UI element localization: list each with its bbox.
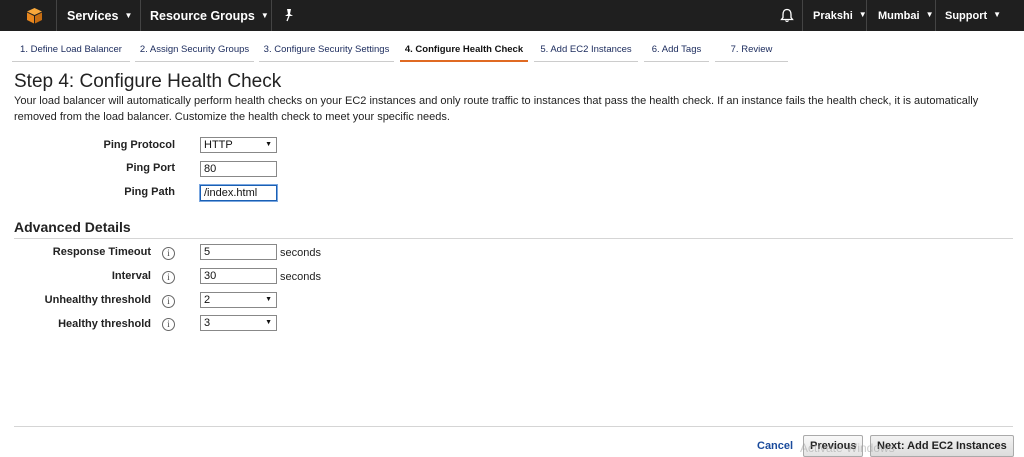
ping-protocol-select[interactable]: HTTP ▼ xyxy=(200,137,277,153)
advanced-details-heading: Advanced Details xyxy=(14,219,131,235)
pin-icon[interactable] xyxy=(283,8,295,22)
interval-label: Interval xyxy=(111,270,151,282)
ping-port-label: Ping Port xyxy=(126,162,175,174)
nav-divider xyxy=(271,0,272,31)
nav-divider xyxy=(56,0,57,31)
chevron-down-icon: ▼ xyxy=(265,141,272,148)
aws-logo-icon[interactable] xyxy=(26,7,43,24)
tab-review[interactable]: 7. Review xyxy=(715,41,788,62)
bell-icon[interactable] xyxy=(780,8,794,23)
support-label: Support xyxy=(945,10,988,22)
info-icon[interactable]: i xyxy=(162,271,175,284)
tab-define-load-balancer[interactable]: 1. Define Load Balancer xyxy=(12,41,130,62)
healthy-threshold-select[interactable]: 3 ▼ xyxy=(200,315,277,331)
region-label: Mumbai xyxy=(878,10,920,22)
tab-add-ec2-instances[interactable]: 5. Add EC2 Instances xyxy=(534,41,638,62)
healthy-threshold-value: 3 xyxy=(204,317,211,329)
tab-configure-health-check[interactable]: 4. Configure Health Check xyxy=(400,41,528,62)
page-title: Step 4: Configure Health Check xyxy=(14,71,282,92)
response-timeout-unit: seconds xyxy=(280,247,321,259)
user-label: Prakshi xyxy=(813,10,853,22)
nav-divider xyxy=(935,0,936,31)
info-icon[interactable]: i xyxy=(162,318,175,331)
nav-divider xyxy=(140,0,141,31)
ping-protocol-value: HTTP xyxy=(204,139,233,151)
page-description: Your load balancer will automatically pe… xyxy=(14,95,979,123)
section-divider xyxy=(14,238,1013,239)
tab-configure-security-settings[interactable]: 3. Configure Security Settings xyxy=(259,41,394,62)
nav-divider xyxy=(866,0,867,31)
ping-path-input[interactable]: /index.html xyxy=(200,185,277,201)
chevron-down-icon: ▼ xyxy=(265,319,272,326)
top-navigation-bar: Services ▼ Resource Groups ▼ Prakshi ▼ Mumb… xyxy=(0,0,1024,31)
previous-button[interactable]: Previous xyxy=(803,435,864,457)
support-menu[interactable]: Support ▼ xyxy=(945,10,1001,22)
unhealthy-threshold-select[interactable]: 2 ▼ xyxy=(200,292,277,308)
healthy-threshold-label: Healthy threshold xyxy=(58,318,151,330)
cancel-link[interactable]: Cancel xyxy=(757,440,793,452)
chevron-down-icon: ▼ xyxy=(993,10,1002,19)
next-add-ec2-instances-button[interactable]: Next: Add EC2 Instances xyxy=(870,435,1014,457)
interval-input[interactable]: 30 xyxy=(200,268,277,284)
info-icon[interactable]: i xyxy=(162,247,175,260)
chevron-down-icon: ▼ xyxy=(124,11,133,20)
ping-protocol-label: Ping Protocol xyxy=(103,139,176,151)
ping-port-input[interactable]: 80 xyxy=(200,161,277,177)
chevron-down-icon: ▼ xyxy=(265,296,272,303)
interval-unit: seconds xyxy=(280,271,321,283)
services-menu[interactable]: Services ▼ xyxy=(67,9,132,23)
response-timeout-input[interactable]: 5 xyxy=(200,244,277,260)
resource-groups-menu[interactable]: Resource Groups ▼ xyxy=(150,9,269,23)
chevron-down-icon: ▼ xyxy=(260,11,269,20)
chevron-down-icon: ▼ xyxy=(925,10,934,19)
nav-divider xyxy=(802,0,803,31)
unhealthy-threshold-label: Unhealthy threshold xyxy=(44,294,151,306)
resource-groups-label: Resource Groups xyxy=(150,9,255,23)
services-label: Services xyxy=(67,9,119,23)
ping-path-label: Ping Path xyxy=(124,186,175,198)
user-menu[interactable]: Prakshi ▼ xyxy=(813,10,867,22)
tab-assign-security-groups[interactable]: 2. Assign Security Groups xyxy=(135,41,254,62)
footer-divider xyxy=(14,426,1013,427)
unhealthy-threshold-value: 2 xyxy=(204,294,211,306)
response-timeout-label: Response Timeout xyxy=(52,246,151,258)
info-icon[interactable]: i xyxy=(162,295,175,308)
tab-add-tags[interactable]: 6. Add Tags xyxy=(644,41,709,62)
region-menu[interactable]: Mumbai ▼ xyxy=(878,10,933,22)
